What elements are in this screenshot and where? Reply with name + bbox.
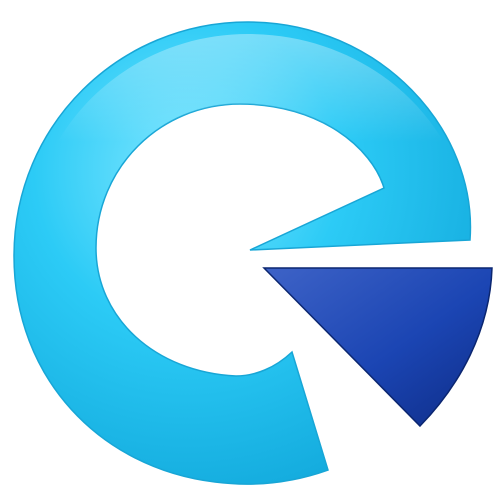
logo-canvas (0, 0, 500, 500)
stylized-e-logo-icon (13, 21, 493, 485)
logo-ring-highlight (28, 34, 469, 250)
